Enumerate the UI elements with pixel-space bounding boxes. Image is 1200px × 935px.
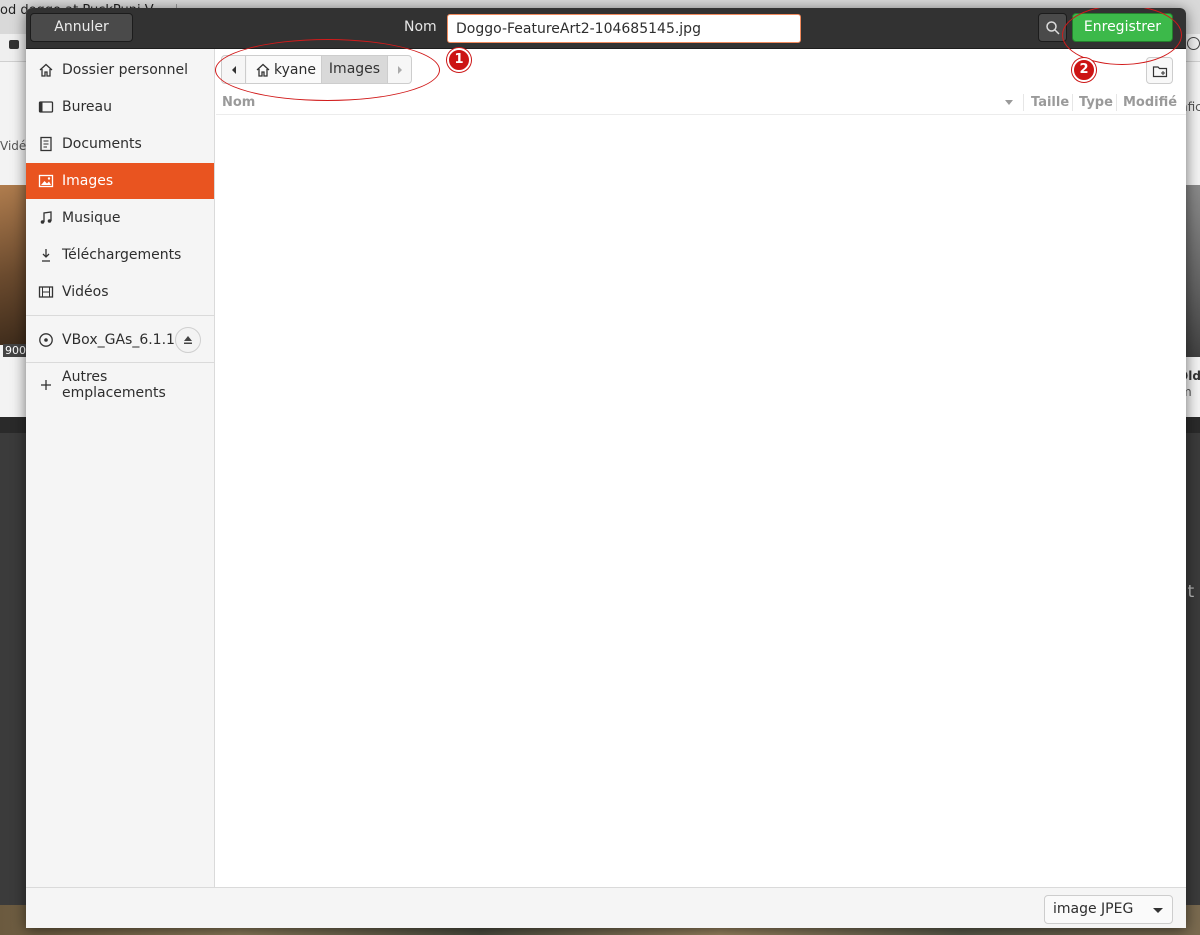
dialog-header-bar: Annuler Nom Enregistrer xyxy=(26,8,1186,49)
sidebar-item-label: Images xyxy=(62,173,114,189)
sidebar-item-label: VBox_GAs_6.1.16 xyxy=(62,332,184,348)
path-segment-home-label: kyane xyxy=(274,61,316,78)
sidebar-item-label: Téléchargements xyxy=(62,247,182,263)
sidebar-item-label: Documents xyxy=(62,136,142,152)
disc-icon xyxy=(38,332,54,348)
column-separator xyxy=(1116,94,1117,111)
search-icon xyxy=(1046,21,1060,35)
sidebar-item-images[interactable]: Images xyxy=(26,163,214,199)
file-type-filter-value: image JPEG xyxy=(1053,901,1134,917)
sidebar-item-music[interactable]: Musique xyxy=(26,200,214,236)
dialog-footer: image JPEG xyxy=(26,887,1186,928)
column-separator xyxy=(1072,94,1073,111)
file-type-filter-select[interactable]: image JPEG xyxy=(1044,895,1173,924)
save-button[interactable]: Enregistrer xyxy=(1072,13,1173,42)
sidebar-item-label: Bureau xyxy=(62,99,112,115)
path-scroll-left-button[interactable] xyxy=(222,56,246,83)
search-button[interactable] xyxy=(1038,13,1067,42)
eject-button[interactable] xyxy=(175,327,201,353)
sidebar-item-downloads[interactable]: Téléchargements xyxy=(26,237,214,273)
file-list-header: Nom Taille Type Modifié xyxy=(216,90,1186,115)
path-segment-current[interactable]: Images xyxy=(322,56,387,83)
download-icon xyxy=(38,247,54,263)
cancel-button[interactable]: Annuler xyxy=(30,13,133,42)
new-folder-button[interactable] xyxy=(1146,57,1173,84)
home-icon xyxy=(38,62,54,78)
path-bar: kyane Images xyxy=(221,55,412,84)
music-icon xyxy=(38,210,54,226)
path-scroll-right-button[interactable] xyxy=(387,56,411,83)
filename-label: Nom xyxy=(404,19,437,35)
lock-icon xyxy=(9,40,19,49)
path-segment-home[interactable]: kyane xyxy=(247,56,322,83)
background-left-number: 900 xyxy=(3,344,28,357)
sidebar-separator xyxy=(26,315,214,316)
document-icon xyxy=(38,136,54,152)
chevron-down-icon xyxy=(1153,908,1163,913)
sidebar-item-home[interactable]: Dossier personnel xyxy=(26,52,214,88)
annotation-badge-1: 1 xyxy=(447,48,471,72)
sidebar-item-label: Vidéos xyxy=(62,284,109,300)
filename-input[interactable] xyxy=(447,14,801,43)
sidebar-separator xyxy=(26,362,214,363)
sidebar-item-label: Musique xyxy=(62,210,121,226)
sidebar-item-other-locations[interactable]: Autres emplacements xyxy=(26,367,214,403)
new-folder-icon xyxy=(1152,65,1167,77)
save-file-dialog: Annuler Nom Enregistrer Dossier personne… xyxy=(26,8,1186,928)
sidebar-item-documents[interactable]: Documents xyxy=(26,126,214,162)
background-photo-left xyxy=(0,185,26,345)
annotation-badge-2: 2 xyxy=(1072,58,1096,82)
column-header-modified[interactable]: Modifié xyxy=(1123,95,1177,110)
video-icon xyxy=(38,284,54,300)
places-sidebar: Dossier personnel Bureau Documents Image… xyxy=(26,49,215,887)
chevron-left-icon xyxy=(231,65,236,74)
browser-menu-icon xyxy=(1187,37,1200,50)
sidebar-item-vbox-disc[interactable]: VBox_GAs_6.1.16 xyxy=(26,322,184,358)
chevron-right-icon xyxy=(397,65,402,74)
sidebar-item-label: Dossier personnel xyxy=(62,62,189,78)
sidebar-item-label: Autres emplacements xyxy=(62,369,166,401)
column-separator xyxy=(1023,94,1024,111)
desktop-icon xyxy=(38,99,54,115)
image-icon xyxy=(38,173,54,189)
home-icon xyxy=(256,63,270,77)
column-header-type[interactable]: Type xyxy=(1079,95,1113,110)
column-header-size[interactable]: Taille xyxy=(1031,95,1069,110)
sidebar-item-desktop[interactable]: Bureau xyxy=(26,89,214,125)
sidebar-item-videos[interactable]: Vidéos xyxy=(26,274,214,310)
plus-icon xyxy=(38,377,54,393)
column-header-name[interactable]: Nom xyxy=(222,95,255,110)
sort-descending-icon xyxy=(1005,100,1013,105)
file-list[interactable]: Nom Taille Type Modifié xyxy=(216,90,1186,887)
eject-icon xyxy=(184,336,192,344)
